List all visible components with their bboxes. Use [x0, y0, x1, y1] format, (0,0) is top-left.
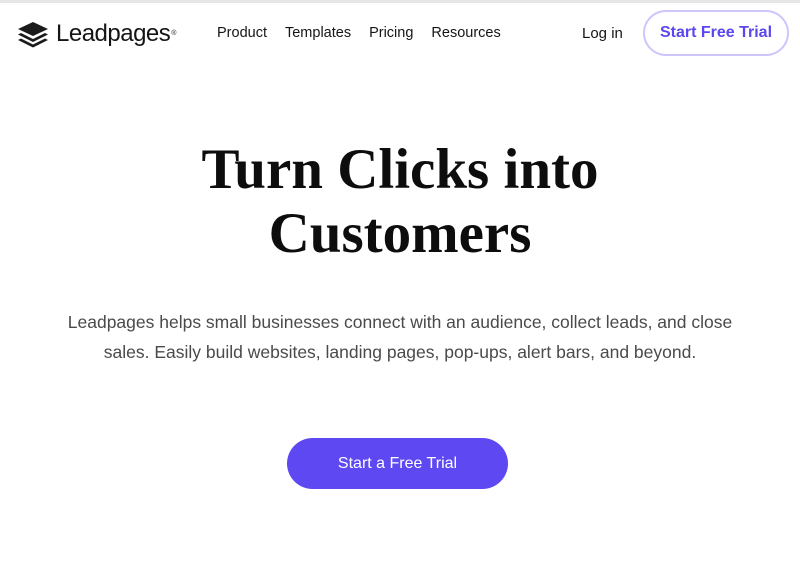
- nav-link-templates[interactable]: Templates: [285, 25, 351, 41]
- nav-link-pricing[interactable]: Pricing: [369, 25, 413, 41]
- top-nav: Leadpages® Product Templates Pricing Res…: [0, 3, 800, 67]
- login-link[interactable]: Log in: [582, 25, 623, 42]
- hero-title-line-1: Turn Clicks into: [201, 138, 599, 201]
- trademark-symbol: ®: [171, 30, 176, 37]
- hero-title-line-2: Customers: [268, 202, 532, 265]
- page: Leadpages® Product Templates Pricing Res…: [0, 0, 800, 564]
- hero-title: Turn Clicks into Customers: [0, 138, 800, 266]
- start-free-trial-button[interactable]: Start Free Trial: [643, 10, 789, 56]
- main-nav: Product Templates Pricing Resources: [217, 25, 501, 41]
- hero-subtitle: Leadpages helps small businesses connect…: [67, 312, 733, 362]
- nav-link-product[interactable]: Product: [217, 25, 267, 41]
- start-a-free-trial-button[interactable]: Start a Free Trial: [287, 438, 508, 489]
- stacked-layers-icon: [18, 22, 48, 48]
- logo-wordmark: Leadpages®: [56, 20, 176, 47]
- nav-link-resources[interactable]: Resources: [431, 25, 500, 41]
- logo[interactable]: Leadpages®: [16, 20, 176, 48]
